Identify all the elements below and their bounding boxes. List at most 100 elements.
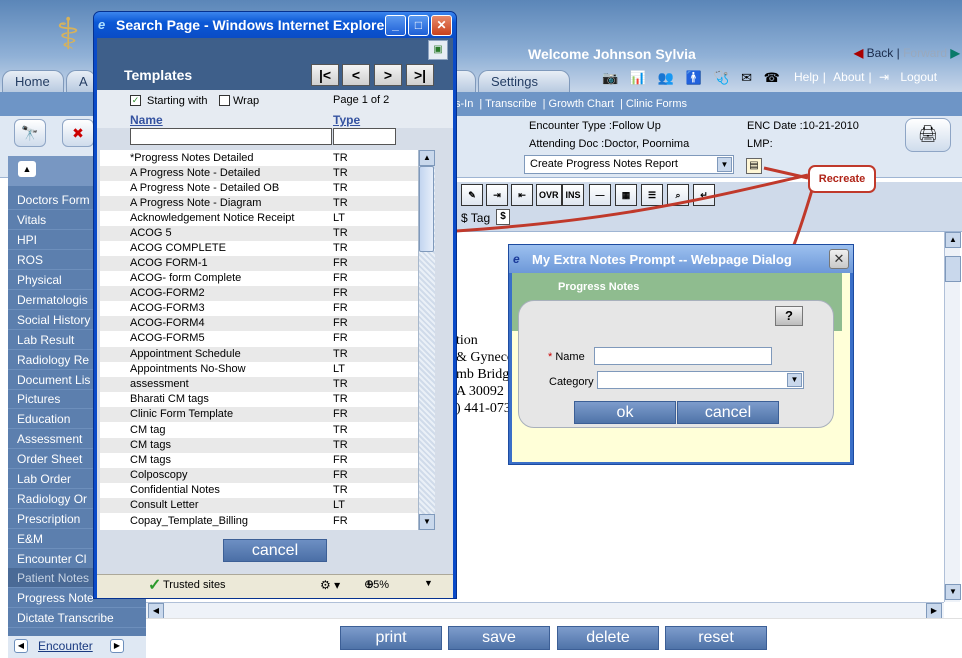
type-filter-input[interactable]: [333, 128, 396, 145]
chart-icon[interactable]: 📊: [630, 70, 646, 85]
chevron-down-icon[interactable]: ▼: [787, 373, 802, 387]
table-row[interactable]: Acknowledgement Notice Receipt LT: [100, 211, 418, 226]
table-row[interactable]: ACOG FORM-1 FR: [100, 256, 418, 271]
help-link[interactable]: Help: [794, 70, 819, 84]
table-row[interactable]: Copay_Template_Billing FR: [100, 514, 418, 529]
table-row[interactable]: A Progress Note - Diagram TR: [100, 196, 418, 211]
save-button[interactable]: save: [448, 626, 550, 650]
first-page-button[interactable]: |<: [311, 64, 339, 86]
zoom-dropdown-icon[interactable]: ▼: [424, 578, 433, 588]
table-row[interactable]: CM tags TR: [100, 438, 418, 453]
chevron-down-icon[interactable]: ▼: [717, 157, 732, 172]
table-row[interactable]: ACOG-FORM4 FR: [100, 316, 418, 331]
table-row[interactable]: ACOG COMPLETE TR: [100, 241, 418, 256]
dollar-tag-icon[interactable]: $: [496, 209, 510, 225]
table-icon[interactable]: ▦: [615, 184, 637, 206]
outdent-icon[interactable]: ⇤: [511, 184, 533, 206]
protected-mode-icon[interactable]: ⚙ ▾: [320, 578, 340, 592]
table-row[interactable]: assessment TR: [100, 377, 418, 392]
table-row[interactable]: A Progress Note - Detailed TR: [100, 166, 418, 181]
stethoscope-icon[interactable]: 🩺: [713, 70, 729, 85]
return-icon[interactable]: ↵: [693, 184, 715, 206]
scroll-up-icon[interactable]: ▲: [18, 161, 36, 177]
document-horizontal-scrollbar[interactable]: ◀ ▶: [146, 602, 944, 619]
tab-home[interactable]: Home: [2, 70, 64, 92]
nav-link-clinic-forms[interactable]: Clinic Forms: [626, 98, 687, 110]
scroll-down-icon[interactable]: ▼: [419, 514, 435, 530]
tab-settings[interactable]: Settings: [478, 70, 570, 92]
table-row[interactable]: ACOG 5 TR: [100, 226, 418, 241]
binoculars-icon[interactable]: 🔭: [14, 119, 46, 147]
mail-icon[interactable]: ✉: [741, 70, 752, 85]
chevron-right-icon[interactable]: ▶: [110, 639, 124, 653]
dialog-cancel-button[interactable]: cancel: [677, 401, 779, 424]
encounter-link[interactable]: Encounter: [38, 639, 93, 653]
table-row[interactable]: Consult Letter LT: [100, 498, 418, 513]
person-icon[interactable]: 🚹: [685, 70, 701, 85]
table-row[interactable]: Appointment Schedule TR: [100, 347, 418, 362]
people-icon[interactable]: 👥: [658, 70, 674, 85]
print-report-icon[interactable]: 🖨: [905, 118, 951, 152]
minimize-icon[interactable]: _: [385, 15, 406, 36]
chevron-left-icon[interactable]: ◀: [14, 639, 28, 653]
zoom-level[interactable]: 95%: [367, 579, 389, 591]
nav-link-growth-chart[interactable]: Growth Chart: [549, 98, 614, 110]
document-vertical-scrollbar[interactable]: ▲ ▼: [944, 232, 961, 602]
tab-a[interactable]: A: [66, 70, 96, 92]
phone-icon[interactable]: ☎: [764, 70, 780, 85]
close-icon[interactable]: ✕: [829, 249, 849, 269]
table-row[interactable]: ACOG-FORM2 FR: [100, 286, 418, 301]
horizontal-rule-icon[interactable]: —: [589, 184, 611, 206]
logout-icon[interactable]: ⇥: [879, 70, 889, 84]
scroll-up-icon[interactable]: ▲: [945, 232, 961, 248]
back-arrow-icon[interactable]: ◀: [854, 46, 863, 60]
ok-button[interactable]: ok: [574, 401, 676, 424]
table-row[interactable]: A Progress Note - Detailed OB TR: [100, 181, 418, 196]
table-row[interactable]: CM tag TR: [100, 423, 418, 438]
scroll-down-icon[interactable]: ▼: [945, 584, 961, 600]
insert-button[interactable]: INS: [562, 184, 584, 206]
column-name-header[interactable]: Name: [130, 113, 163, 127]
table-row[interactable]: Clinic Form Template FR: [100, 407, 418, 422]
table-row[interactable]: ACOG- form Complete FR: [100, 271, 418, 286]
close-icon[interactable]: ✕: [431, 15, 452, 36]
next-page-button[interactable]: >: [374, 64, 402, 86]
delete-button[interactable]: delete: [557, 626, 659, 650]
maximize-icon[interactable]: □: [408, 15, 429, 36]
name-filter-input[interactable]: [130, 128, 332, 145]
logout-link[interactable]: Logout: [900, 70, 937, 84]
prev-page-button[interactable]: <: [342, 64, 370, 86]
reset-button[interactable]: reset: [665, 626, 767, 650]
find-icon[interactable]: ⌕: [667, 184, 689, 206]
table-row[interactable]: CM tags FR: [100, 453, 418, 468]
forward-link[interactable]: Forward: [903, 46, 947, 60]
scroll-thumb[interactable]: [419, 166, 434, 252]
scroll-left-icon[interactable]: ◀: [148, 603, 164, 619]
table-row[interactable]: Colposcopy FR: [100, 468, 418, 483]
search-cancel-button[interactable]: cancel: [223, 539, 327, 562]
overwrite-button[interactable]: OVR: [536, 184, 562, 206]
scroll-up-icon[interactable]: ▲: [419, 150, 435, 166]
column-type-header[interactable]: Type: [333, 113, 360, 127]
table-row[interactable]: Bharati CM tags TR: [100, 392, 418, 407]
about-link[interactable]: About: [833, 70, 864, 84]
scroll-right-icon[interactable]: ▶: [926, 603, 942, 619]
table-props-icon[interactable]: ☰: [641, 184, 663, 206]
indent-icon[interactable]: ⇥: [486, 184, 508, 206]
starting-with-checkbox[interactable]: ✓: [130, 95, 141, 106]
scroll-thumb[interactable]: [945, 256, 961, 282]
close-encounter-icon[interactable]: ✖: [62, 119, 94, 147]
name-input[interactable]: [594, 347, 772, 365]
forward-arrow-icon[interactable]: ▶: [950, 46, 959, 60]
wrap-checkbox[interactable]: [219, 95, 230, 106]
table-row[interactable]: *Progress Notes Detailed TR: [100, 151, 418, 166]
recreate-report-icon[interactable]: ▤: [746, 158, 762, 174]
table-row[interactable]: ACOG-FORM3 FR: [100, 301, 418, 316]
camera-icon[interactable]: 📷: [602, 70, 618, 85]
last-page-button[interactable]: >|: [406, 64, 434, 86]
report-select[interactable]: Create Progress Notes Report ▼: [524, 155, 734, 174]
help-button[interactable]: ?: [775, 306, 803, 326]
table-row[interactable]: ACOG-FORM5 FR: [100, 331, 418, 346]
paint-icon[interactable]: ✎: [461, 184, 483, 206]
sidebar-item-dictate-transcribe[interactable]: Dictate Transcribe: [8, 608, 146, 628]
